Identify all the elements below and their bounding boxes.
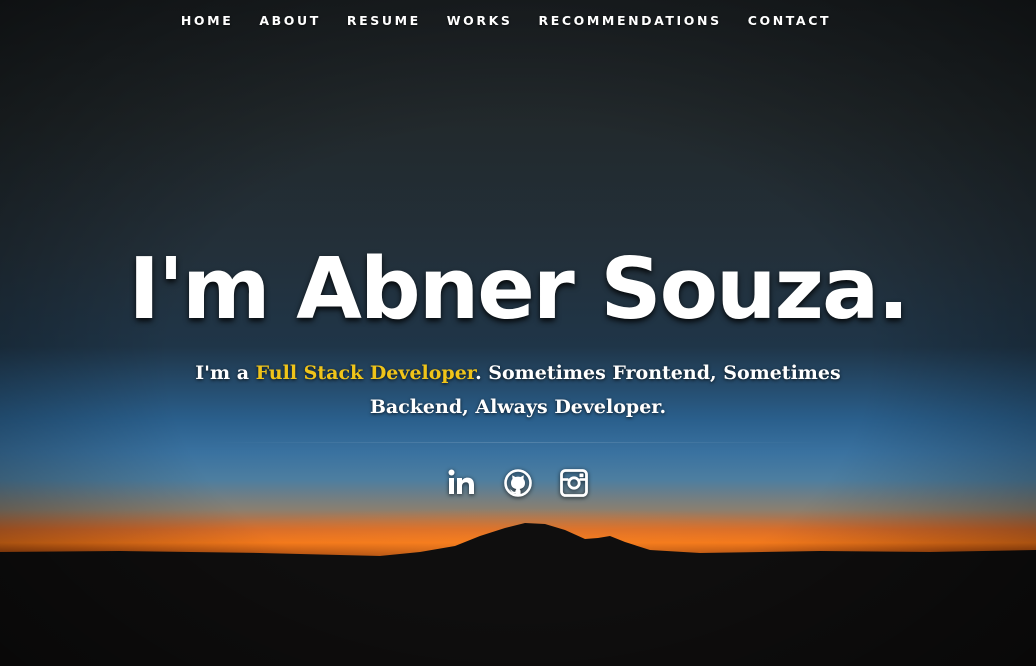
nav-link-recommendations[interactable]: RECOMMENDATIONS — [539, 0, 722, 42]
page-title: I'm Abner Souza. — [128, 240, 909, 339]
tagline-prefix: I'm a — [195, 362, 256, 384]
nav-link-contact[interactable]: CONTACT — [748, 0, 831, 42]
github-link[interactable] — [500, 465, 536, 501]
nav-link-about[interactable]: ABOUT — [259, 0, 321, 42]
nav-item-resume: RESUME — [347, 0, 421, 42]
nav-link-home[interactable]: HOME — [181, 0, 233, 42]
tagline: I'm a Full Stack Developer. Sometimes Fr… — [178, 356, 858, 424]
nav-item-recommendations: RECOMMENDATIONS — [539, 0, 722, 42]
social-links — [0, 465, 1036, 501]
nav-list: HOME ABOUT RESUME WORKS RECOMMENDATIONS … — [168, 0, 844, 42]
instagram-link[interactable] — [556, 465, 592, 501]
nav-item-contact: CONTACT — [748, 0, 831, 42]
linkedin-icon — [448, 469, 474, 494]
hero-header: HOME ABOUT RESUME WORKS RECOMMENDATIONS … — [0, 0, 1036, 666]
nav-link-works[interactable]: WORKS — [447, 0, 513, 42]
linkedin-link[interactable] — [444, 465, 480, 501]
main-nav: HOME ABOUT RESUME WORKS RECOMMENDATIONS … — [0, 0, 1036, 42]
nav-item-home: HOME — [181, 0, 233, 42]
nav-item-about: ABOUT — [259, 0, 321, 42]
social-item-instagram — [556, 465, 592, 501]
social-item-github — [500, 465, 536, 501]
instagram-icon — [560, 469, 588, 497]
banner-divider — [208, 442, 828, 443]
social-item-linkedin — [444, 465, 480, 501]
tagline-highlight-role: Full Stack Developer — [255, 362, 476, 384]
banner: I'm Abner Souza. I'm a Full Stack Develo… — [0, 240, 1036, 501]
github-icon — [504, 469, 532, 497]
nav-item-works: WORKS — [447, 0, 513, 42]
nav-link-resume[interactable]: RESUME — [347, 0, 421, 42]
